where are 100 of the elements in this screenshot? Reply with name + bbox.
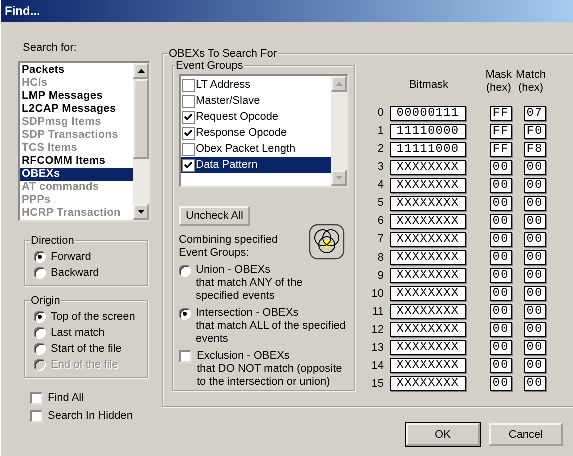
dialog-button[interactable]: OK	[406, 423, 480, 446]
group-title: Direction	[30, 235, 76, 247]
radio-button[interactable]: Top of the screen	[34, 309, 139, 325]
list-item[interactable]: Request Opcode	[181, 109, 331, 125]
mask-field[interactable]: 00	[490, 286, 512, 302]
column-header: Bitmask	[409, 79, 449, 92]
match-field[interactable]: 00	[524, 340, 546, 356]
list-item[interactable]: Packets	[20, 64, 133, 77]
mask-field[interactable]: 00	[490, 232, 512, 247]
search-for-label: Search for:	[23, 42, 78, 54]
mask-field[interactable]: 00	[490, 250, 512, 266]
checkbox[interactable]: Search In Hidden	[18, 407, 151, 425]
combining-label: Combining specified Event Groups:	[179, 234, 280, 260]
combine-radio-button[interactable]: Union - OBEXs that match ANY of the specified events	[179, 264, 349, 303]
row-number: 4	[376, 179, 385, 192]
mask-field[interactable]: FF	[490, 142, 512, 157]
list-item[interactable]: Response Opcode	[181, 125, 331, 141]
row-number: 3	[376, 161, 385, 174]
scroll-bar[interactable]	[331, 76, 347, 186]
bitmask-field[interactable]: XXXXXXXX	[390, 214, 466, 229]
row-number: 14	[370, 360, 385, 372]
bitmask-field[interactable]: XXXXXXXX	[390, 322, 466, 338]
mask-field[interactable]: 00	[490, 376, 512, 392]
radio-button[interactable]: Forward	[34, 249, 139, 265]
bitmask-field[interactable]: XXXXXXXX	[390, 376, 466, 392]
match-field[interactable]: 07	[524, 106, 546, 121]
group-title: OBEXs To Search For	[168, 48, 278, 60]
mask-field[interactable]: 00	[490, 178, 512, 193]
list-item[interactable]: OBEXs	[20, 168, 133, 181]
row-number: 11	[372, 306, 385, 318]
bitmask-field[interactable]: XXXXXXXX	[390, 178, 466, 193]
row-number: 9	[376, 270, 385, 282]
match-field[interactable]: 00	[524, 304, 546, 320]
uncheck-all-button[interactable]: Uncheck All	[179, 206, 250, 226]
bitmask-field[interactable]: XXXXXXXX	[390, 160, 466, 175]
checkbox[interactable]: Find All	[18, 389, 151, 407]
bitmask-field[interactable]: XXXXXXXX	[390, 340, 466, 356]
bitmask-field[interactable]: XXXXXXXX	[390, 250, 466, 266]
mask-field[interactable]: 00	[490, 304, 512, 320]
mask-field[interactable]: 00	[490, 214, 512, 229]
list-item[interactable]: Obex Packet Length	[181, 141, 331, 157]
bitmask-field[interactable]: 00000111	[390, 106, 466, 121]
mask-field[interactable]: 00	[490, 268, 512, 284]
window-title: Find...	[5, 4, 40, 18]
match-field[interactable]: 00	[524, 286, 546, 302]
mask-field[interactable]: 00	[490, 160, 512, 175]
row-number: 15	[370, 378, 385, 390]
bitmask-field[interactable]: 11110000	[390, 124, 466, 139]
row-number: 12	[370, 324, 385, 336]
row-number: 7	[376, 233, 385, 246]
radio-button[interactable]: Backward	[34, 265, 139, 281]
combine-radio-button[interactable]: Intersection - OBEXs that match ALL of the specified events	[179, 307, 349, 346]
bitmask-field[interactable]: XXXXXXXX	[390, 268, 466, 284]
match-field[interactable]: 00	[524, 196, 546, 211]
group-title: Origin	[30, 295, 62, 307]
row-number: 0	[376, 107, 385, 120]
match-field[interactable]: 00	[524, 322, 546, 338]
list-item[interactable]: RFCOMM Items	[20, 155, 133, 168]
group-title: Event Groups	[175, 60, 244, 72]
match-field[interactable]: 00	[524, 214, 546, 229]
bitmask-field[interactable]: XXXXXXXX	[390, 286, 466, 302]
row-number: 6	[376, 215, 385, 228]
radio-button[interactable]: Start of the file	[34, 341, 139, 357]
list-item[interactable]: Data Pattern	[181, 157, 331, 173]
scroll-bar[interactable]	[133, 63, 149, 220]
row-number: 5	[376, 197, 385, 210]
match-field[interactable]: 00	[524, 358, 546, 374]
mask-field[interactable]: 00	[490, 196, 512, 211]
match-field[interactable]: F0	[524, 124, 546, 139]
mask-field[interactable]: FF	[490, 124, 512, 139]
column-header: Match (hex)	[516, 68, 546, 95]
list-item[interactable]: LMP Messages	[20, 90, 133, 103]
match-field[interactable]: 00	[524, 376, 546, 392]
row-number: 2	[376, 143, 385, 156]
match-field[interactable]: 00	[524, 250, 546, 266]
bitmask-field[interactable]: XXXXXXXX	[390, 232, 466, 247]
mask-field[interactable]: 00	[490, 340, 512, 356]
match-field[interactable]: 00	[524, 268, 546, 284]
radio-button[interactable]: Last match	[34, 325, 139, 341]
row-number: 13	[370, 342, 385, 354]
bitmask-field[interactable]: XXXXXXXX	[390, 196, 466, 211]
bitmask-field[interactable]: XXXXXXXX	[390, 358, 466, 374]
list-item[interactable]: Master/Slave	[181, 93, 331, 109]
list-item[interactable]: L2CAP Messages	[20, 103, 133, 116]
exclusion-checkbox[interactable]: Exclusion - OBEXs that DO NOT match (opposite to the intersection or union)	[179, 350, 349, 389]
list-item[interactable]: LT Address	[181, 77, 331, 93]
match-field[interactable]: 00	[524, 160, 546, 175]
mask-field[interactable]: FF	[490, 106, 512, 121]
row-number: 10	[370, 288, 385, 300]
match-field[interactable]: 00	[524, 232, 546, 247]
mask-field[interactable]: 00	[490, 358, 512, 374]
row-number: 8	[376, 252, 385, 264]
bitmask-field[interactable]: XXXXXXXX	[390, 304, 466, 320]
check-mark-icon	[184, 160, 193, 170]
mask-field[interactable]: 00	[490, 322, 512, 338]
dialog-button[interactable]: Cancel	[489, 423, 563, 446]
row-number: 1	[376, 125, 385, 138]
match-field[interactable]: F8	[524, 142, 546, 157]
bitmask-field[interactable]: 11111000	[390, 142, 466, 157]
match-field[interactable]: 00	[524, 178, 546, 193]
